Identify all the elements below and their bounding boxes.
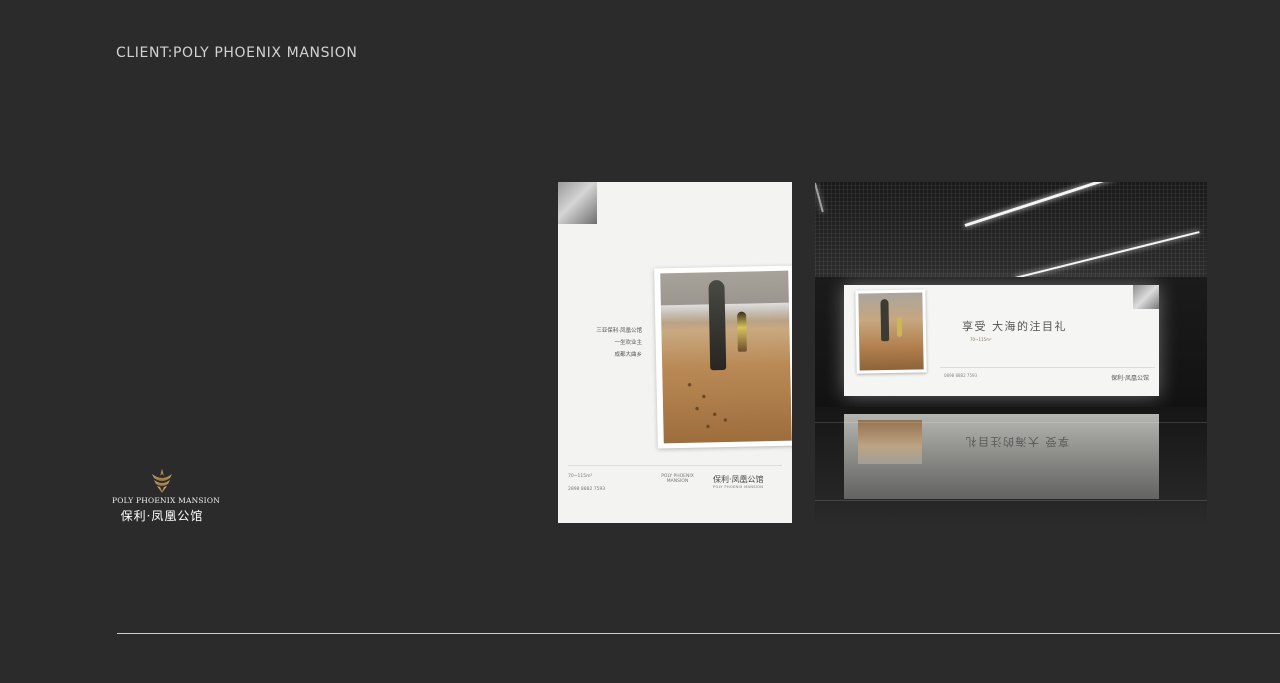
poster-vertical-text [779, 194, 787, 244]
floor-reflection: 享受 大海的注目礼 [844, 414, 1159, 499]
lightbox-beach-photo [858, 292, 924, 371]
lightbox-footer-divider [940, 367, 1155, 368]
poster-brand-en: POLY PHOENIX MANSION [713, 485, 764, 489]
brand-name-cn: 保利·凤凰公馆 [120, 509, 204, 523]
poster-copy: 三亚保利·凤凰公馆 一坐欢业主 成都大曲乡 [572, 325, 642, 361]
brand-logo: POLY PHOENIX MANSION 保利·凤凰公馆 [112, 468, 220, 528]
poster-area: 70~115m² [568, 474, 593, 479]
poster-footer-mark-text: POLY PHOENIX MANSION [661, 474, 694, 484]
lightbox-headline: 享受 大海的注目礼 [962, 320, 1067, 333]
phoenix-emblem-icon [152, 469, 172, 493]
ceiling [815, 182, 1207, 282]
poster-brand-cn: 保利·凤凰公馆 [713, 475, 764, 484]
poster-footer-divider [568, 465, 782, 466]
poster-copy-line: 一坐欢业主 [614, 340, 642, 346]
poster-footer-brand: 保利·凤凰公馆 POLY PHOENIX MANSION [713, 474, 782, 489]
floor-line [815, 422, 1207, 423]
poster-photo-frame [654, 265, 792, 449]
lightbox-corner-photo [1133, 285, 1159, 309]
billboard-mockup: 享受 大海的注目礼 70~115m² 0898 8882 7593 保利·凤凰公… [815, 182, 1207, 523]
poster-copy-line: 成都大曲乡 [614, 352, 642, 358]
client-title: CLIENT:POLY PHOENIX MANSION [116, 45, 358, 61]
floor-line [815, 500, 1207, 501]
lightbox-child-figure [896, 316, 903, 337]
lightbox-ad: 享受 大海的注目礼 70~115m² 0898 8882 7593 保利·凤凰公… [844, 285, 1159, 396]
lightbox-adult-figure [880, 299, 890, 342]
lightbox-phone: 0898 8882 7593 [944, 373, 978, 378]
brand-name-en: POLY PHOENIX MANSION [112, 496, 220, 505]
poster-corner-photo [558, 182, 597, 224]
lightbox-photo-frame [855, 289, 927, 374]
poster-mockup: 三亚保利·凤凰公馆 一坐欢业主 成都大曲乡 70~115m² 2898 8882… [558, 182, 792, 523]
beach-photo [660, 270, 792, 444]
adult-figure [708, 280, 727, 371]
poster-copy-line: 三亚保利·凤凰公馆 [596, 328, 642, 334]
portfolio-page: CLIENT:POLY PHOENIX MANSION POLY PHOENIX… [0, 0, 1280, 683]
bottom-divider [117, 633, 1280, 634]
lightbox-sub: 70~115m² [970, 337, 992, 342]
child-figure [737, 311, 747, 352]
reflection-headline: 享受 大海的注目礼 [964, 435, 1069, 448]
poster-footer-info: 70~115m² 2898 8882 7593 [568, 474, 638, 492]
lightbox-brand: 保利·凤凰公馆 [1111, 375, 1149, 382]
poster-phone: 2898 8882 7593 [568, 487, 606, 492]
reflection-photo [858, 420, 922, 464]
poster-footer: 70~115m² 2898 8882 7593 POLY PHOENIX MAN… [568, 474, 782, 514]
footprints [682, 371, 754, 433]
poster-footer-mark: POLY PHOENIX MANSION [650, 474, 705, 484]
